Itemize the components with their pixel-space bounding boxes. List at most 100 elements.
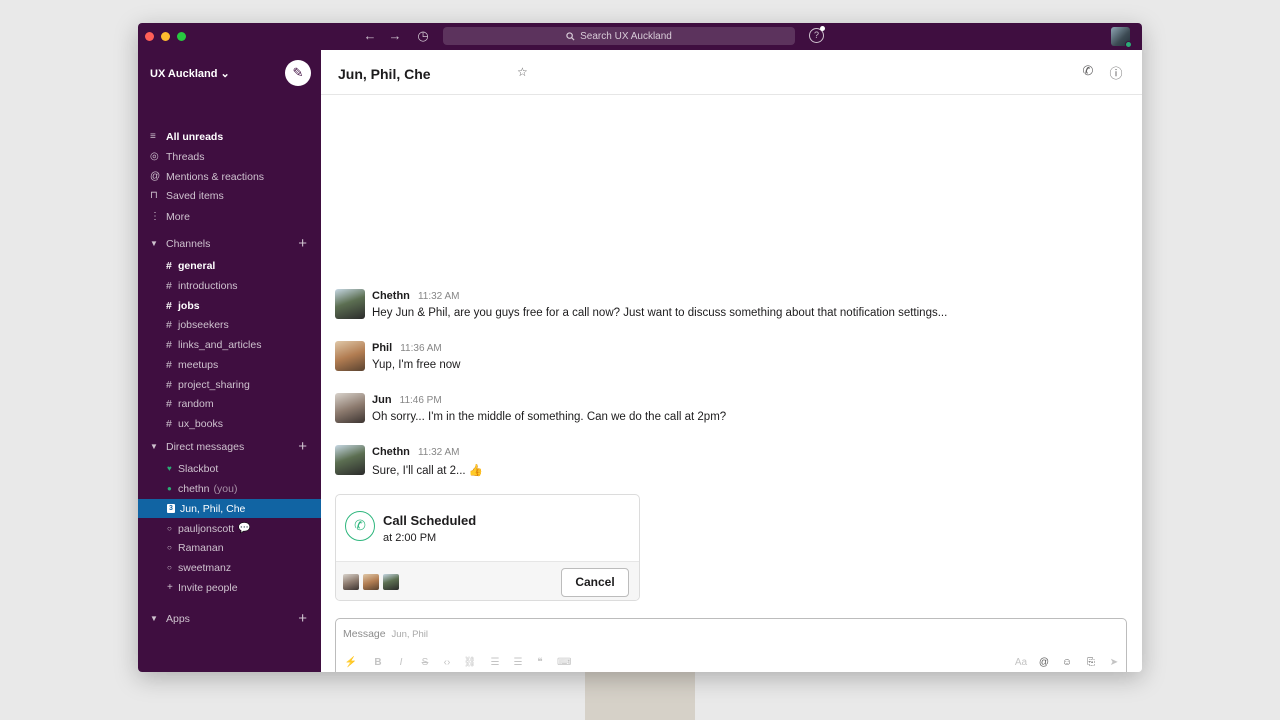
background-object — [585, 672, 695, 720]
sidebar-item-channel[interactable]: # meetups — [138, 355, 321, 374]
message-text: Oh sorry... I'm in the middle of somethi… — [372, 411, 727, 423]
message-author[interactable]: Phil — [372, 342, 392, 354]
channel-name: random — [178, 397, 214, 410]
emoji-icon[interactable]: ☺ — [1060, 657, 1074, 668]
history-icon[interactable]: ◷ — [413, 27, 433, 45]
dm-name: chethn — [178, 482, 210, 495]
message-text: Yup, I'm free now — [372, 359, 461, 371]
sidebar-item-channel[interactable]: # jobs — [138, 296, 321, 315]
search-input[interactable]: Search UX Auckland — [443, 27, 795, 45]
conversation-pane: Jun, Phil, Che ☆ ✆ ⓘ Chethn 11:32 AM Hey… — [321, 50, 1142, 672]
bulleted-list-icon[interactable]: ☰ — [511, 657, 525, 668]
sidebar-item-channel[interactable]: # project_sharing — [138, 375, 321, 394]
sidebar-item-threads[interactable]: ◎ Threads — [138, 147, 321, 166]
workspace-name[interactable]: UX Auckland ⌄ — [150, 67, 230, 80]
send-icon[interactable]: ➤ — [1107, 657, 1121, 668]
message-timestamp[interactable]: 11:32 AM — [418, 291, 460, 302]
message-timestamp[interactable]: 11:32 AM — [418, 447, 460, 458]
code-block-icon[interactable]: ⌨ — [557, 657, 571, 668]
message: Chethn 11:32 AM Sure, I'll call at 2... … — [335, 445, 1125, 481]
channels-section-header[interactable]: ▼ Channels + — [138, 234, 321, 253]
channel-name: jobs — [178, 299, 200, 312]
message-timestamp[interactable]: 11:36 AM — [400, 343, 442, 354]
hash-icon: # — [166, 397, 172, 410]
sidebar-item-channel[interactable]: # general — [138, 256, 321, 275]
participant-avatar[interactable] — [343, 574, 359, 590]
forward-arrow-icon[interactable]: → — [385, 27, 405, 45]
avatar[interactable] — [335, 341, 365, 371]
add-dm-icon[interactable]: + — [298, 438, 307, 455]
sidebar-item-channel[interactable]: # introductions — [138, 276, 321, 295]
message-placeholder: Message — [343, 628, 386, 640]
message: Phil 11:36 AM Yup, I'm free now — [335, 341, 1125, 377]
bold-icon[interactable]: B — [371, 657, 385, 668]
sidebar-item-dm-chethn[interactable]: ● chethn (you) — [138, 479, 321, 498]
add-channel-icon[interactable]: + — [298, 235, 307, 252]
avatar[interactable] — [335, 445, 365, 475]
italic-icon[interactable]: I — [394, 657, 408, 668]
add-app-icon[interactable]: + — [298, 610, 307, 627]
message-input[interactable]: Message Jun, Phil ⚡ B I S ‹› ⛓ ☰ ☰ ❝ ⌨ A… — [335, 618, 1127, 672]
sidebar-item-channel[interactable]: # links_and_articles — [138, 335, 321, 354]
sidebar-item-channel[interactable]: # jobseekers — [138, 315, 321, 334]
mention-icon[interactable]: @ — [1037, 657, 1051, 668]
message-timestamp[interactable]: 11:46 PM — [400, 395, 442, 406]
link-icon[interactable]: ⛓ — [463, 657, 477, 668]
page-title[interactable]: Jun, Phil, Che — [338, 66, 431, 82]
section-label: Direct messages — [166, 440, 245, 453]
message-author[interactable]: Chethn — [372, 290, 410, 302]
section-label: Apps — [166, 612, 190, 625]
presence-away-icon: ○ — [167, 543, 172, 552]
search-icon — [566, 31, 575, 41]
channel-name: ux_books — [178, 417, 223, 430]
sidebar-item-label: Mentions & reactions — [166, 170, 265, 183]
sidebar-item-dm-group[interactable]: 3 Jun, Phil, Che — [138, 499, 321, 518]
dm-section-header[interactable]: ▼ Direct messages + — [138, 437, 321, 456]
member-count-badge: 3 — [167, 504, 175, 513]
info-icon[interactable]: ⓘ — [1108, 63, 1124, 82]
sidebar-item-label: Saved items — [166, 189, 224, 202]
avatar[interactable] — [335, 393, 365, 423]
sidebar-item-saved[interactable]: ⊓ Saved items — [138, 186, 321, 205]
phone-icon[interactable]: ✆ — [1080, 63, 1096, 79]
strikethrough-icon[interactable]: S — [418, 657, 432, 668]
sidebar-item-channel[interactable]: # ux_books — [138, 414, 321, 433]
sidebar-item-more[interactable]: ⋮ More — [138, 207, 321, 226]
sidebar-item-channel[interactable]: # random — [138, 394, 321, 413]
back-arrow-icon[interactable]: ← — [360, 27, 380, 45]
presence-indicator — [1125, 41, 1132, 48]
sidebar-item-dm-pauljonscott[interactable]: ○ pauljonscott 💬 — [138, 519, 321, 538]
user-avatar[interactable] — [1111, 27, 1132, 48]
compose-icon[interactable]: ✎ — [285, 60, 311, 86]
presence-away-icon: ○ — [167, 524, 172, 533]
message-author[interactable]: Chethn — [372, 446, 410, 458]
channel-name: meetups — [178, 358, 219, 371]
sidebar-item-dm-sweetmanz[interactable]: ○ sweetmanz — [138, 558, 321, 577]
sidebar-item-all-unreads[interactable]: ≡ All unreads — [138, 127, 321, 146]
numbered-list-icon[interactable]: ☰ — [488, 657, 502, 668]
message-recipients: Jun, Phil — [391, 629, 428, 640]
message-author[interactable]: Jun — [372, 394, 392, 406]
sidebar-item-dm-slackbot[interactable]: ♥ Slackbot — [138, 459, 321, 478]
minimize-window-button[interactable] — [161, 32, 170, 41]
sidebar-item-mentions[interactable]: @ Mentions & reactions — [138, 167, 321, 186]
attachment-icon[interactable]: ⎘ — [1084, 657, 1098, 668]
section-label: Channels — [166, 237, 211, 250]
star-icon[interactable]: ☆ — [517, 65, 528, 79]
text-format-icon[interactable]: Aa — [1014, 657, 1028, 668]
cancel-button[interactable]: Cancel — [561, 568, 629, 597]
quote-icon[interactable]: ❝ — [533, 657, 547, 668]
participant-avatar[interactable] — [363, 574, 379, 590]
hash-icon: # — [166, 338, 172, 351]
caret-down-icon: ▼ — [150, 239, 158, 248]
participant-avatar[interactable] — [383, 574, 399, 590]
close-window-button[interactable] — [145, 32, 154, 41]
sidebar-item-dm-ramanan[interactable]: ○ Ramanan — [138, 538, 321, 557]
invite-people-link[interactable]: + Invite people — [138, 578, 321, 597]
avatar[interactable] — [335, 289, 365, 319]
channel-name: jobseekers — [178, 318, 229, 331]
apps-section-header[interactable]: ▼ Apps + — [138, 609, 321, 628]
shortcuts-icon[interactable]: ⚡ — [344, 657, 358, 668]
maximize-window-button[interactable] — [177, 32, 186, 41]
code-icon[interactable]: ‹› — [440, 657, 454, 668]
